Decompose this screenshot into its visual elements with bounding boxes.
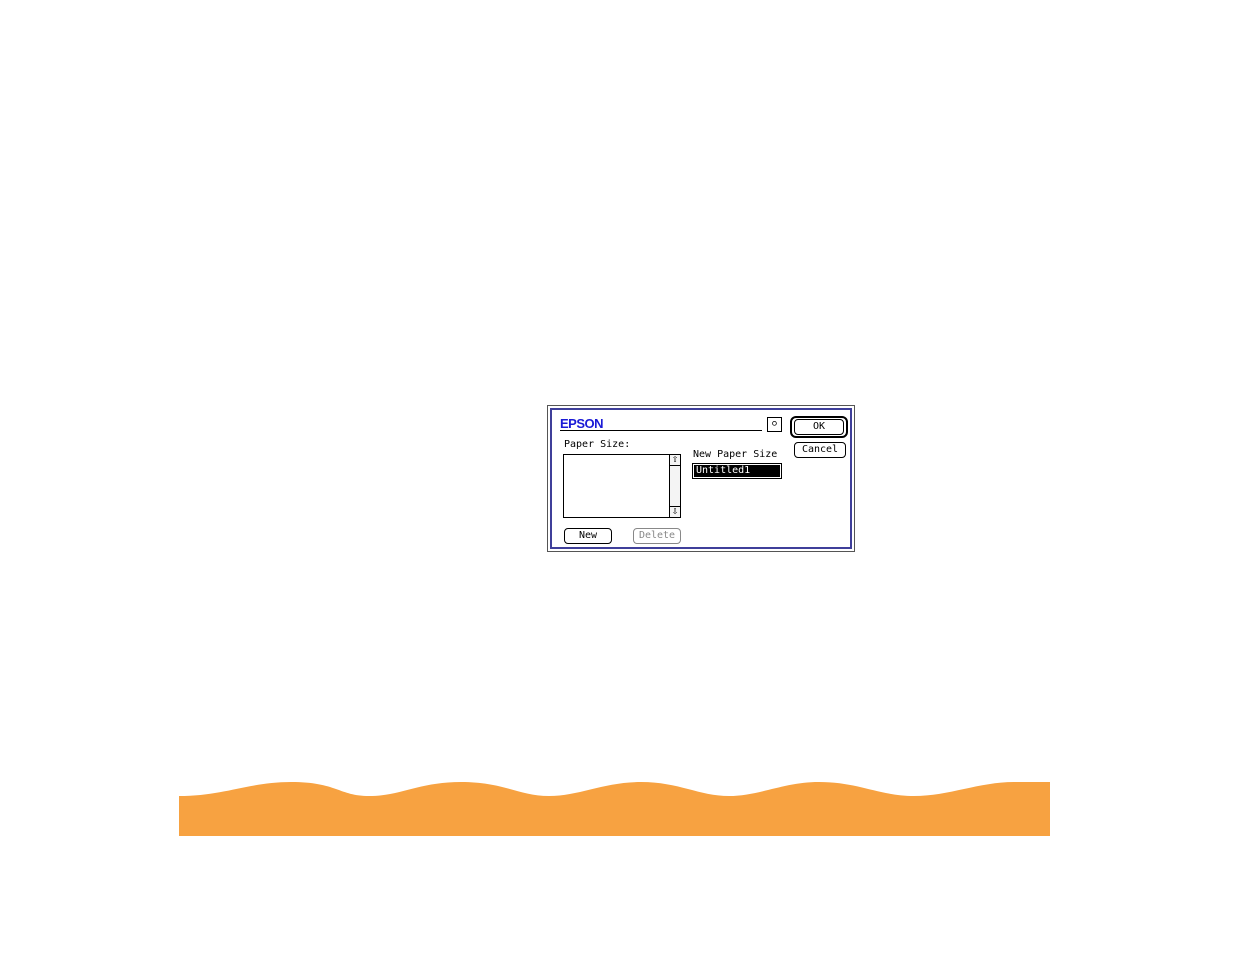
wave-shape — [179, 782, 1050, 836]
paper-size-label: Paper Size: — [564, 439, 631, 450]
new-paper-size-input[interactable]: Untitled1 — [692, 463, 782, 479]
paper-size-scrollbar[interactable]: ⇧ ⇩ — [669, 454, 681, 518]
delete-button[interactable]: Delete — [633, 528, 681, 544]
new-paper-size-label: New Paper Size — [693, 449, 778, 460]
scroll-up-arrow-icon[interactable]: ⇧ — [670, 455, 680, 466]
title-divider — [560, 430, 762, 431]
dialog-frame: EPSON ⚪ OK Cancel Paper Size: ⇧ ⇩ New De… — [550, 408, 852, 549]
help-balloon-icon[interactable]: ⚪ — [767, 417, 782, 432]
new-button[interactable]: New — [564, 528, 612, 544]
ok-button[interactable]: OK — [794, 419, 844, 435]
custom-paper-size-dialog: EPSON ⚪ OK Cancel Paper Size: ⇧ ⇩ New De… — [547, 405, 855, 552]
scroll-down-arrow-icon[interactable]: ⇩ — [670, 506, 680, 517]
paper-size-list[interactable] — [563, 454, 681, 518]
epson-logo: EPSON — [560, 416, 604, 431]
cancel-button[interactable]: Cancel — [794, 442, 846, 458]
new-paper-size-value: Untitled1 — [694, 465, 780, 477]
decorative-wave-band — [179, 782, 1050, 836]
